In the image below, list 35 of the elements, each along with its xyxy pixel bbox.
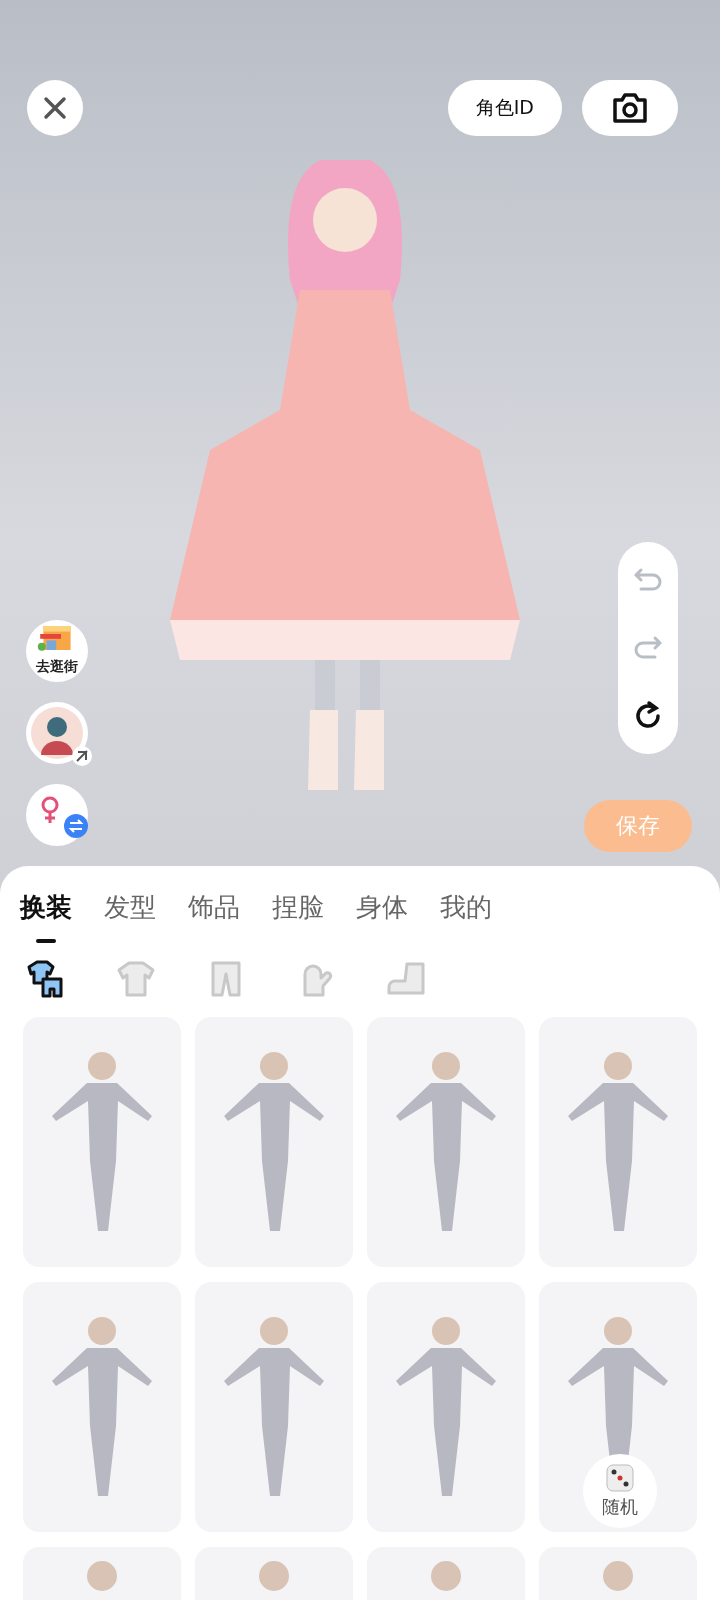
category-tab[interactable]: 发型 [104, 890, 156, 957]
outfit-card[interactable] [367, 1017, 525, 1267]
figure-head-drawing [87, 1561, 117, 1591]
category-tab[interactable]: 饰品 [188, 890, 240, 957]
redo-icon [633, 634, 663, 662]
avatar-silhouette-icon [31, 707, 83, 759]
outfit-card[interactable]: 随机 [539, 1282, 697, 1532]
outfit-card[interactable] [539, 1017, 697, 1267]
swap-icon [64, 814, 88, 838]
figure-head-drawing [259, 1561, 289, 1591]
close-icon [43, 96, 67, 120]
female-symbol-icon [39, 795, 61, 825]
outfit-card[interactable] [367, 1282, 525, 1532]
t-shirt-icon [115, 960, 157, 998]
dice-icon [605, 1463, 635, 1493]
figure-head-drawing [603, 1561, 633, 1591]
random-button[interactable]: 随机 [583, 1454, 657, 1528]
pants-icon [209, 960, 243, 998]
category-tab[interactable]: 换装 [20, 890, 72, 957]
camera-button[interactable] [582, 80, 678, 136]
close-button[interactable] [27, 80, 83, 136]
figure-head-drawing [431, 1561, 461, 1591]
outfit-card[interactable] [195, 1017, 353, 1267]
go-shopping-label: 去逛街 [36, 658, 78, 676]
camera-icon [611, 92, 649, 124]
category-tab[interactable]: 捏脸 [272, 890, 324, 957]
category-tab[interactable]: 身体 [356, 890, 408, 957]
outfit-card[interactable] [23, 1017, 181, 1267]
boot-icon [385, 961, 427, 997]
undo-icon [633, 566, 663, 594]
outfit-card[interactable] [23, 1282, 181, 1532]
role-id-button[interactable]: 角色ID [447, 80, 562, 136]
go-shopping-button[interactable]: 去逛街 [26, 620, 88, 682]
outfit-card[interactable] [195, 1282, 353, 1532]
category-tab[interactable]: 我的 [440, 890, 492, 957]
